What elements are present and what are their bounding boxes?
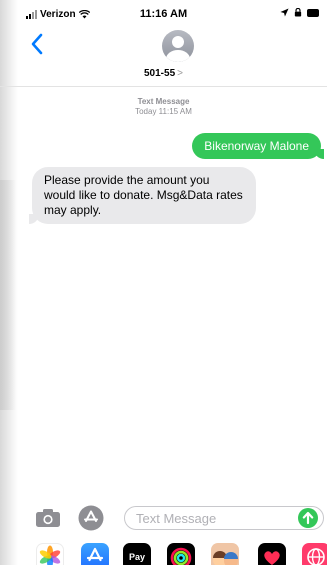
globe-icon: [307, 548, 325, 565]
heart-sticker-app-button[interactable]: [258, 543, 286, 565]
message-timestamp: Text Message Today 11:15 AM: [0, 97, 327, 117]
send-arrow-icon: [302, 511, 314, 525]
app-store-app-button[interactable]: [81, 543, 109, 565]
contact-name: 501-55: [144, 68, 176, 79]
contact-detail-chevron-icon: >: [177, 68, 183, 79]
fitness-app-button[interactable]: [167, 543, 195, 565]
heart-sticker-icon: [264, 551, 280, 565]
contact-avatar[interactable]: [162, 30, 194, 62]
compose-bar: [0, 500, 327, 536]
status-time: 11:16 AM: [139, 8, 188, 20]
incoming-message-bubble[interactable]: Please provide the amount you would like…: [29, 167, 256, 224]
avatar-head: [172, 36, 184, 48]
device-edge-shadow: [0, 0, 18, 565]
camera-icon[interactable]: [35, 508, 61, 528]
app-store-button-icon[interactable]: [78, 505, 104, 531]
message-input[interactable]: [124, 506, 324, 530]
status-bar: Verizon 11:16 AM: [0, 0, 327, 30]
photos-app-button[interactable]: [36, 543, 64, 565]
timestamp-text: Today 11:15 AM: [135, 107, 192, 116]
app-store-icon: [86, 547, 104, 562]
contact-name-button[interactable]: 501-55 >: [0, 68, 327, 79]
location-arrow-icon: [280, 8, 289, 17]
photos-icon: [39, 545, 61, 565]
status-indicators: [280, 8, 319, 17]
apple-pay-app-button[interactable]: Pay: [123, 543, 151, 565]
back-chevron-icon[interactable]: [30, 33, 44, 55]
header-divider: [0, 86, 327, 87]
memoji-icon: [213, 551, 238, 565]
service-label: Text Message: [137, 97, 190, 106]
fitness-icon: [170, 547, 192, 565]
outgoing-message-bubble[interactable]: Bikenorway Malone: [192, 133, 324, 159]
globe-app-button[interactable]: [302, 543, 327, 565]
avatar-body: [166, 50, 190, 62]
battery-icon: [307, 8, 319, 17]
memoji-app-button[interactable]: [211, 543, 239, 565]
imessage-app-drawer: Pay: [0, 538, 327, 565]
send-button[interactable]: [298, 508, 318, 528]
messages-screen: Verizon 11:16 AM 501-55 > Text Message T…: [0, 0, 327, 565]
apple-pay-icon: Pay: [128, 552, 145, 562]
orientation-lock-icon: [294, 8, 302, 17]
